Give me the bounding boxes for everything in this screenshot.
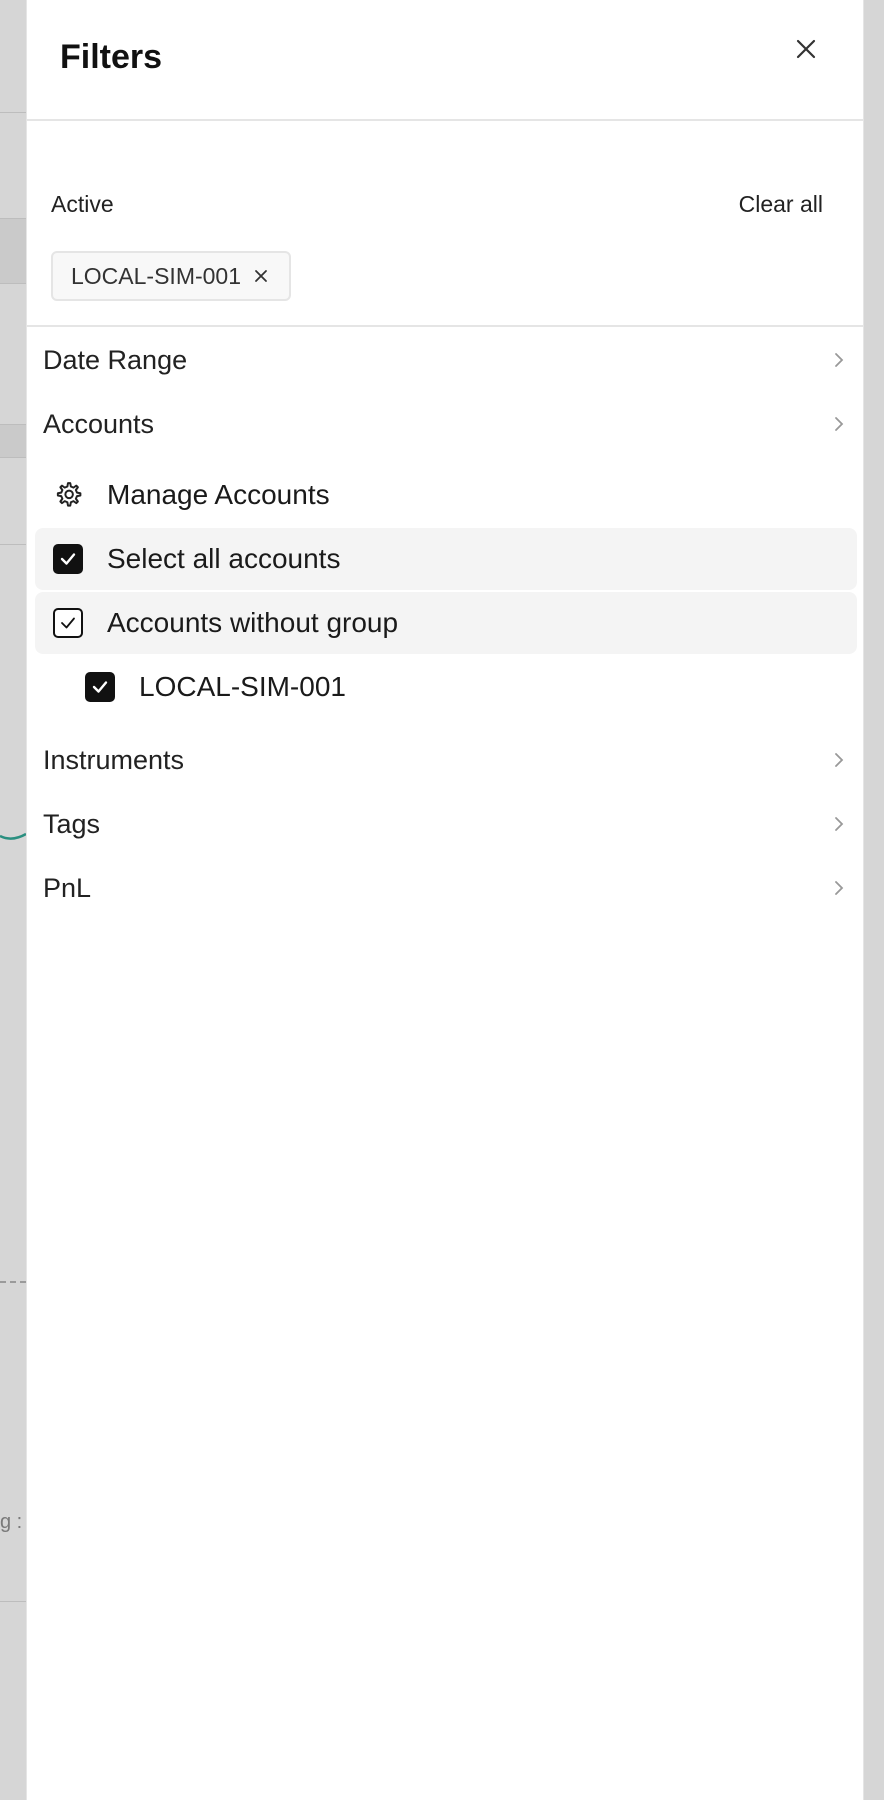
close-icon — [796, 39, 816, 59]
chevron-right-icon — [833, 415, 845, 433]
remove-chip-button[interactable] — [253, 268, 269, 284]
section-date-range[interactable]: Date Range — [43, 330, 849, 390]
clear-all-button[interactable]: Clear all — [739, 191, 823, 218]
close-icon — [255, 270, 267, 282]
filter-chip: LOCAL-SIM-001 — [51, 251, 292, 301]
filter-chip-label: LOCAL-SIM-001 — [71, 262, 242, 289]
accounts-without-group-label: Accounts without group — [107, 607, 399, 638]
active-filters-section: Active Clear all LOCAL-SIM-001 — [27, 121, 863, 327]
section-tags-label: Tags — [43, 808, 101, 839]
chevron-right-icon — [833, 879, 845, 897]
gear-icon — [51, 478, 85, 512]
manage-accounts-label: Manage Accounts — [107, 479, 330, 510]
section-accounts-label: Accounts — [43, 408, 155, 439]
checkbox-checked-icon[interactable] — [85, 672, 115, 702]
bg-partial-text: g : — [0, 1511, 23, 1533]
section-accounts[interactable]: Accounts — [43, 394, 849, 454]
select-all-accounts[interactable]: Select all accounts — [35, 528, 857, 590]
chevron-right-icon — [833, 351, 845, 369]
account-item[interactable]: LOCAL-SIM-001 — [35, 656, 857, 718]
active-label: Active — [51, 191, 114, 217]
drawer-title: Filters — [60, 38, 163, 76]
chevron-right-icon — [833, 751, 845, 769]
filters-drawer: Filters Active Clear all LOCAL-SIM-001 D… — [26, 0, 864, 1800]
chevron-right-icon — [833, 815, 845, 833]
section-pnl[interactable]: PnL — [43, 858, 849, 918]
bg-chart-baseline — [0, 1281, 26, 1283]
manage-accounts-button[interactable]: Manage Accounts — [35, 464, 857, 526]
accounts-without-group[interactable]: Accounts without group — [35, 592, 857, 654]
section-tags[interactable]: Tags — [43, 794, 849, 854]
checkbox-outline-icon[interactable] — [53, 608, 83, 638]
close-button[interactable] — [787, 30, 825, 68]
select-all-accounts-label: Select all accounts — [107, 543, 341, 574]
checkbox-checked-icon[interactable] — [53, 544, 83, 574]
section-instruments[interactable]: Instruments — [43, 730, 849, 790]
account-item-label: LOCAL-SIM-001 — [139, 671, 346, 702]
section-instruments-label: Instruments — [43, 744, 185, 775]
section-pnl-label: PnL — [43, 872, 92, 903]
drawer-header: Filters — [27, 0, 863, 121]
section-date-range-label: Date Range — [43, 344, 188, 375]
